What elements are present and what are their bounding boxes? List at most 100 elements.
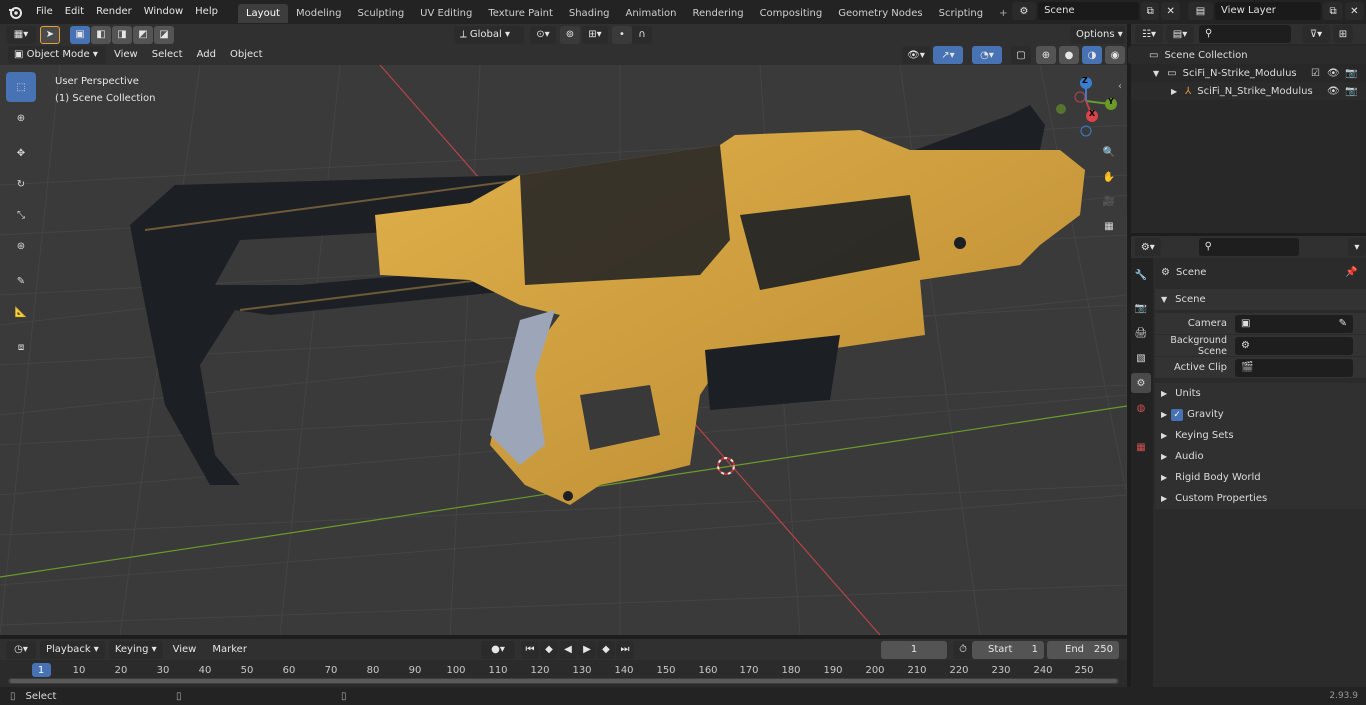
properties-editor-icon[interactable]: ⚙▾ [1135, 238, 1161, 256]
play-icon[interactable]: ▶ [578, 640, 596, 659]
camera-view-icon[interactable]: 🎥 [1098, 190, 1120, 212]
texture-tab-icon[interactable]: ▦ [1131, 437, 1151, 457]
menu-window[interactable]: Window [138, 0, 189, 24]
camera-field[interactable]: ▣ ✎ [1235, 314, 1353, 333]
viewlayer-tab-icon[interactable]: ▧ [1131, 348, 1151, 368]
transform-icon[interactable]: ⊛ [6, 231, 36, 261]
filter-icon[interactable]: ⊽▾ [1302, 25, 1330, 43]
navigation-gizmo[interactable]: Z Y X [1052, 73, 1122, 143]
tab-rendering[interactable]: Rendering [684, 4, 751, 23]
snap-icon[interactable]: ⊚ [560, 25, 580, 44]
timeline-view-menu[interactable]: View [167, 638, 203, 662]
expand-icon[interactable]: ▶ [1161, 431, 1167, 440]
outliner-search-input[interactable]: ⚲ [1199, 25, 1291, 43]
annotate-icon[interactable]: ✎ [6, 266, 36, 296]
properties-search-input[interactable]: ⚲ [1198, 238, 1299, 256]
outliner-row-object[interactable]: ▶ ⅄ SciFi_N_Strike_Modulus 👁 📷 [1131, 82, 1366, 100]
current-frame-field[interactable]: 1 [881, 640, 947, 659]
include-checkbox[interactable]: ☑ [1311, 68, 1320, 79]
background-scene-field[interactable]: ⚙ [1235, 336, 1353, 355]
expand-icon[interactable]: ▶ [1171, 87, 1177, 96]
menu-render[interactable]: Render [90, 0, 138, 24]
falloff-icon[interactable]: ∩ [632, 25, 652, 44]
tab-animation[interactable]: Animation [618, 4, 685, 23]
copy-scene-icon[interactable]: ⧉ [1140, 2, 1160, 20]
tab-scripting[interactable]: Scripting [931, 4, 991, 23]
visibility-icon[interactable]: 👁▾ [902, 46, 930, 64]
close-icon[interactable]: ✕ [1344, 2, 1364, 20]
stopwatch-icon[interactable]: ⏱ [953, 640, 973, 659]
outliner-row-root[interactable]: ▭ Scene Collection [1131, 46, 1366, 64]
timeline-editor-icon[interactable]: ◷▾ [6, 640, 36, 659]
jump-start-icon[interactable]: ⏮ [521, 640, 539, 659]
grid-view-icon[interactable]: ▦ [1098, 215, 1120, 237]
properties-options-icon[interactable]: ▾ [1347, 238, 1366, 256]
pivot-icon[interactable]: ⊙▾ [530, 25, 556, 44]
expand-icon[interactable]: ▶ [1161, 410, 1167, 419]
next-keyframe-icon[interactable]: ◆ [597, 640, 615, 659]
material-shading-icon[interactable]: ◑ [1082, 46, 1102, 64]
close-icon[interactable]: ✕ [1161, 2, 1180, 20]
record-icon[interactable]: ●▾ [481, 640, 515, 659]
timeline-scrollbar[interactable] [10, 679, 1117, 683]
new-collection-icon[interactable]: ⊞ [1333, 25, 1353, 43]
select-new-icon[interactable]: ▣ [70, 25, 90, 44]
vp-menu-object[interactable]: Object [224, 45, 269, 65]
select-extend-icon[interactable]: ◧ [91, 25, 111, 44]
orientation-dropdown[interactable]: ⟂ Global ▾ [454, 25, 524, 44]
expand-icon[interactable]: ▶ [1161, 473, 1167, 482]
tool-tab-icon[interactable]: 🔧 [1131, 265, 1151, 285]
copy-viewlayer-icon[interactable]: ⧉ [1323, 2, 1343, 20]
outliner-editor-icon[interactable]: ☷▾ [1135, 25, 1163, 43]
blender-logo-icon[interactable] [0, 0, 30, 24]
scene-selector[interactable]: ⚙ Scene ⧉ ✕ [1012, 2, 1180, 20]
tab-uv-editing[interactable]: UV Editing [412, 4, 480, 23]
end-frame-field[interactable]: End 250 [1047, 640, 1119, 659]
tab-geometry-nodes[interactable]: Geometry Nodes [830, 4, 930, 23]
select-intersect-icon[interactable]: ◪ [154, 25, 174, 44]
pan-hand-icon[interactable]: ✋ [1098, 166, 1120, 188]
cursor-icon[interactable]: ⊕ [6, 103, 36, 133]
menu-help[interactable]: Help [189, 0, 224, 24]
eye-icon[interactable]: 👁 [1327, 86, 1340, 97]
move-icon[interactable]: ✥ [6, 138, 36, 168]
active-clip-field[interactable]: 🎬 [1235, 358, 1353, 377]
rigid-body-world-panel[interactable]: ▶ Rigid Body World [1155, 467, 1366, 488]
viewlayer-icon[interactable]: ▤ [1188, 2, 1214, 20]
jump-end-icon[interactable]: ⏭ [616, 640, 634, 659]
output-tab-icon[interactable]: 🖨 [1131, 323, 1151, 343]
options-dropdown[interactable]: Options ▾ [1070, 25, 1125, 44]
tab-sculpting[interactable]: Sculpting [349, 4, 412, 23]
menu-file[interactable]: File [30, 0, 59, 24]
render-tab-icon[interactable]: 📷 [1131, 298, 1151, 318]
units-panel[interactable]: ▶ Units [1155, 383, 1366, 404]
collapse-icon[interactable]: ▼ [1161, 295, 1167, 304]
gravity-panel[interactable]: ▶ ✓ Gravity [1155, 404, 1366, 425]
outliner-row-collection[interactable]: ▼ ▭ SciFi_N-Strike_Modulus ☑ 👁 📷 [1131, 64, 1366, 82]
xray-icon[interactable]: ▢ [1011, 46, 1031, 64]
timeline-marker-menu[interactable]: Marker [206, 638, 253, 662]
start-frame-field[interactable]: Start 1 [972, 640, 1044, 659]
gizmo-icon[interactable]: ↗▾ [933, 46, 963, 64]
gravity-checkbox[interactable]: ✓ [1171, 408, 1184, 421]
display-mode-icon[interactable]: ▤▾ [1166, 25, 1194, 43]
audio-panel[interactable]: ▶ Audio [1155, 446, 1366, 467]
expand-icon[interactable]: ▼ [1153, 69, 1159, 78]
vp-menu-view[interactable]: View [108, 45, 144, 65]
keying-menu[interactable]: Keying ▾ [108, 640, 163, 659]
scene-name-field[interactable]: Scene [1038, 2, 1139, 20]
tab-shading[interactable]: Shading [561, 4, 618, 23]
select-invert-icon[interactable]: ◩ [133, 25, 153, 44]
custom-properties-panel[interactable]: ▶ Custom Properties [1155, 488, 1366, 509]
overlay-icon[interactable]: ◔▾ [972, 46, 1002, 64]
keying-sets-panel[interactable]: ▶ Keying Sets [1155, 425, 1366, 446]
scale-icon[interactable]: ⤡ [6, 200, 36, 230]
viewlayer-selector[interactable]: ▤ View Layer ⧉ ✕ [1188, 2, 1364, 20]
tab-layout[interactable]: Layout [237, 4, 288, 23]
snap-target-icon[interactable]: ⊞▾ [582, 25, 608, 44]
menu-edit[interactable]: Edit [59, 0, 90, 24]
expand-icon[interactable]: ▶ [1161, 494, 1167, 503]
expand-icon[interactable]: ▶ [1161, 452, 1167, 461]
wireframe-shading-icon[interactable]: ⊕ [1036, 46, 1056, 64]
scene-tab-icon[interactable]: ⚙ [1131, 373, 1151, 393]
